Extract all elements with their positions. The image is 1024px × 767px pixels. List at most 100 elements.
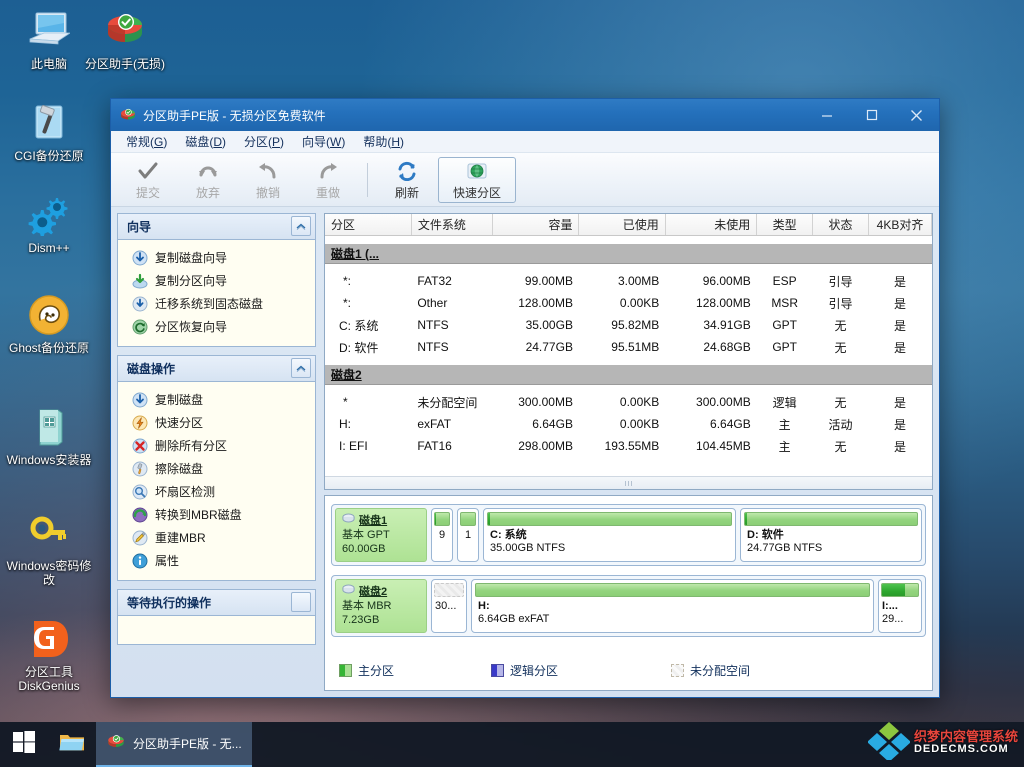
toolbar-separator: [367, 162, 368, 197]
partition-bar: [475, 583, 870, 597]
table-header-row: 分区 文件系统 容量 已使用 未使用 类型 状态 4KB对齐: [325, 214, 932, 236]
desktop-icon-partition-assistant[interactable]: 分区助手(无损): [82, 8, 168, 71]
sidebar-item-properties[interactable]: 属性: [118, 549, 315, 572]
disk2-group-row[interactable]: 磁盘2: [325, 365, 932, 385]
pending-operations-group: 等待执行的操作: [117, 589, 316, 645]
redo-arrow-icon: [317, 159, 339, 183]
col-capacity[interactable]: 容量: [492, 214, 580, 236]
minimize-button[interactable]: [804, 99, 849, 131]
sidebar-item-convert-to-mbr-disk[interactable]: 转换到MBR磁盘: [118, 503, 315, 526]
desktop-icon-ghost-backup-restore[interactable]: Ghost备份还原: [6, 292, 92, 355]
sidebar-item-delete-all-partitions[interactable]: 删除所有分区: [118, 434, 315, 457]
start-button[interactable]: [0, 722, 48, 767]
col-partition[interactable]: 分区: [325, 214, 412, 236]
cell-capacity: 35.00GB: [525, 318, 573, 332]
seg-i[interactable]: I:... 29...: [878, 579, 922, 633]
pending-operations-group-header[interactable]: 等待执行的操作: [118, 590, 315, 616]
maximize-button[interactable]: [849, 99, 894, 131]
cell-capacity: 6.64GB: [532, 417, 573, 431]
wizard-group: 向导 复制磁盘向导 复制分区向导 迁移系统到固态磁盘 分区恢复向导: [117, 213, 316, 347]
cell-status: 引导: [828, 296, 853, 311]
partition-table-container: 分区 文件系统 容量 已使用 未使用 类型 状态 4KB对齐 磁盘1 (... …: [324, 213, 933, 490]
menu-disk[interactable]: 磁盘(D): [176, 131, 235, 152]
desktop-icon-dism-plus-plus[interactable]: Dism++: [6, 192, 92, 255]
disk1-map[interactable]: 磁盘1 基本 GPT 60.00GB 9 1 C: 系统 35.00GB NTF…: [331, 504, 926, 566]
disk-operations-group-header[interactable]: 磁盘操作: [118, 356, 315, 382]
discard-button[interactable]: 放弃: [179, 156, 237, 204]
disk1-group-row[interactable]: 磁盘1 (...: [325, 244, 932, 264]
desktop-icon-windows-password-reset[interactable]: Windows密码修改: [6, 510, 92, 587]
table-row[interactable]: H: exFAT 6.64GB 0.00KB 6.64GB 主 活动 是: [325, 413, 932, 435]
window-title: 分区助手PE版 - 无损分区免费软件: [143, 108, 326, 123]
sidebar-item-wipe-disk[interactable]: 擦除磁盘: [118, 457, 315, 480]
desktop-icon-diskgenius[interactable]: 分区工具 DiskGenius: [6, 616, 92, 693]
seg-c[interactable]: C: 系统 35.00GB NTFS: [483, 508, 737, 562]
table-row[interactable]: D: 软件 NTFS 24.77GB 95.51MB 24.68GB GPT 无…: [325, 336, 932, 358]
sidebar-item-bad-sector-check[interactable]: 坏扇区检测: [118, 480, 315, 503]
seg-sub: 24.77GB NTFS: [747, 542, 823, 554]
table-row[interactable]: I: EFI FAT16 298.00MB 193.55MB 104.45MB …: [325, 435, 932, 457]
table-row[interactable]: *: FAT32 99.00MB 3.00MB 96.00MB ESP 引导 是: [325, 270, 932, 292]
sidebar-item-quick-partition[interactable]: 快速分区: [118, 411, 315, 434]
quick-partition-button[interactable]: 快速分区: [438, 156, 516, 203]
col-filesystem[interactable]: 文件系统: [411, 214, 494, 236]
desktop-icon-windows-installer[interactable]: Windows安装器: [6, 404, 92, 467]
cell-status: 无: [834, 318, 847, 333]
cell-type: 主: [778, 417, 791, 432]
sidebar-item-rebuild-mbr[interactable]: 重建MBR: [118, 526, 315, 549]
undo-button[interactable]: 撤销: [239, 156, 297, 204]
chevron-up-icon[interactable]: [291, 358, 311, 378]
col-align4k[interactable]: 4KB对齐: [868, 214, 932, 236]
close-button[interactable]: [894, 99, 939, 131]
partition-bar: [460, 512, 476, 526]
cell-used: 0.00KB: [619, 296, 660, 310]
sidebar-item-label: 删除所有分区: [155, 439, 228, 453]
undo-circle-icon: [197, 159, 219, 183]
disk2-map[interactable]: 磁盘2 基本 MBR 7.23GB 30... H:6.64GB exFAT: [331, 575, 926, 637]
redo-button[interactable]: 重做: [299, 156, 357, 204]
cell-type: GPT: [772, 340, 797, 354]
horizontal-scrollbar[interactable]: [325, 476, 932, 489]
window-titlebar[interactable]: 分区助手PE版 - 无损分区免费软件: [111, 99, 939, 131]
refresh-button[interactable]: 刷新: [378, 156, 436, 204]
seg-esp[interactable]: 9: [431, 508, 453, 562]
sidebar-item-label: 擦除磁盘: [155, 462, 204, 476]
collapse-placeholder-icon[interactable]: [291, 592, 311, 612]
table-row[interactable]: * 未分配空间 300.00MB 0.00KB 300.00MB 逻辑 无 是: [325, 391, 932, 413]
seg-h[interactable]: H: 6.64GB exFAT: [471, 579, 874, 633]
col-status[interactable]: 状态: [812, 214, 869, 236]
menu-partition[interactable]: 分区(P): [235, 131, 293, 152]
seg-d[interactable]: D: 软件 24.77GB NTFS: [740, 508, 922, 562]
sidebar-item-partition-recovery-wizard[interactable]: 分区恢复向导: [118, 315, 315, 338]
sidebar-item-copy-partition-wizard[interactable]: 复制分区向导: [118, 269, 315, 292]
col-used[interactable]: 已使用: [578, 214, 666, 236]
cell-unused: 96.00MB: [702, 274, 751, 288]
book-icon: [6, 404, 92, 450]
folder-icon: [59, 731, 85, 758]
cell-used: 3.00MB: [617, 274, 660, 288]
taskbar-partition-assistant[interactable]: 分区助手PE版 - 无...: [96, 722, 252, 767]
disk-map-size: 60.00GB: [342, 543, 386, 555]
desktop-icon-cgi-backup-restore[interactable]: CGI备份还原: [6, 100, 92, 163]
chevron-up-icon[interactable]: [291, 216, 311, 236]
disk-group-title: 磁盘1 (...: [331, 246, 380, 261]
table-row[interactable]: *: Other 128.00MB 0.00KB 128.00MB MSR 引导…: [325, 292, 932, 314]
sidebar-item-migrate-os-to-ssd[interactable]: 迁移系统到固态磁盘: [118, 292, 315, 315]
desktop-icon-this-pc[interactable]: 此电脑: [6, 8, 92, 71]
partition-bar: [881, 583, 919, 597]
sidebar-item-copy-disk-wizard[interactable]: 复制磁盘向导: [118, 246, 315, 269]
wizard-group-header[interactable]: 向导: [118, 214, 315, 240]
col-type[interactable]: 类型: [756, 214, 814, 236]
toolbar-label: 重做: [315, 185, 340, 200]
menu-general[interactable]: 常规(G): [117, 131, 176, 152]
col-unused[interactable]: 未使用: [665, 214, 758, 236]
taskbar-file-explorer[interactable]: [48, 722, 96, 767]
menu-help[interactable]: 帮助(H): [354, 131, 413, 152]
menu-wizard[interactable]: 向导(W): [293, 131, 354, 152]
commit-button[interactable]: 提交: [119, 156, 177, 204]
seg-unallocated[interactable]: 30...: [431, 579, 467, 633]
table-row[interactable]: C: 系统 NTFS 35.00GB 95.82MB 34.91GB GPT 无…: [325, 314, 932, 336]
seg-msr[interactable]: 1: [457, 508, 479, 562]
desktop-icon-label: Ghost备份还原: [8, 341, 90, 355]
sidebar-item-copy-disk[interactable]: 复制磁盘: [118, 388, 315, 411]
